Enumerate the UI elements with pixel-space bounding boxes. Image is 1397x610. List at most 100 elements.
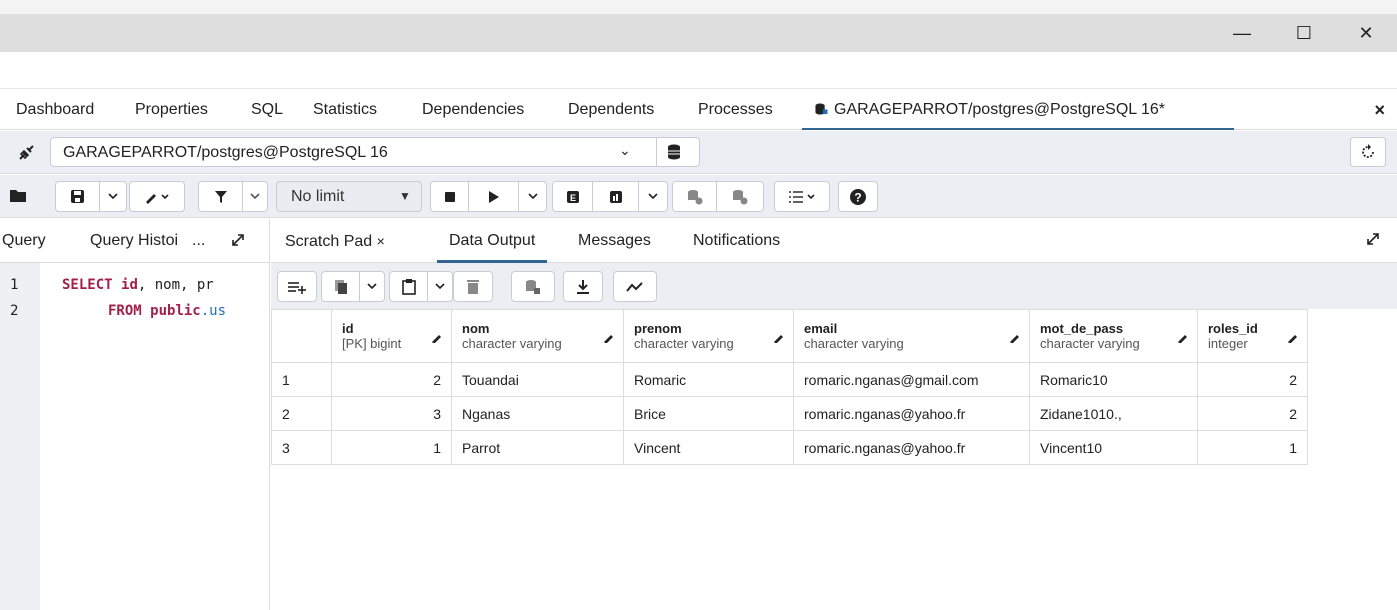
code-line-1: SELECT id, nom, pr	[62, 277, 214, 293]
edit-button[interactable]	[129, 181, 185, 212]
folder-icon	[10, 190, 26, 202]
expand-icon[interactable]	[230, 232, 246, 252]
tab-processes[interactable]: Processes	[698, 89, 773, 130]
tab-properties[interactable]: Properties	[135, 89, 208, 130]
explain-button[interactable]: E	[553, 182, 593, 211]
expand-icon[interactable]	[1365, 231, 1381, 252]
cell-email[interactable]: romaric.nganas@yahoo.fr	[793, 396, 1030, 431]
line-number: 2	[10, 303, 19, 319]
row-limit-select[interactable]: No limit ▼	[276, 181, 422, 212]
cell-email[interactable]: romaric.nganas@yahoo.fr	[793, 430, 1030, 465]
paste-options-button[interactable]	[428, 272, 452, 301]
svg-text:?: ?	[854, 190, 861, 204]
add-row-button[interactable]	[277, 271, 317, 302]
sql-editor[interactable]: 1 2 SELECT id, nom, pr FROM public.us	[0, 263, 270, 610]
cell-roles-id[interactable]: 2	[1197, 396, 1308, 431]
tab-messages[interactable]: Messages	[578, 219, 651, 263]
rollback-button[interactable]	[717, 182, 763, 211]
table-row[interactable]: 1 2 Touandai Romaric romaric.nganas@gmai…	[271, 362, 1308, 397]
table-row[interactable]: 3 1 Parrot Vincent romaric.nganas@yahoo.…	[271, 430, 1308, 465]
cell-nom[interactable]: Touandai	[451, 362, 624, 397]
cell-prenom[interactable]: Romaric	[623, 362, 794, 397]
help-icon: ?	[850, 188, 866, 205]
paste-button-group[interactable]	[389, 271, 453, 302]
copy-icon	[334, 279, 347, 294]
more-tabs-button[interactable]: ...	[192, 219, 205, 263]
row-number[interactable]: 3	[271, 430, 332, 465]
database-icon[interactable]	[667, 144, 683, 161]
tab-statistics[interactable]: Statistics	[313, 89, 377, 130]
cell-nom[interactable]: Parrot	[451, 430, 624, 465]
cell-mot-de-pass[interactable]: Zidane1010.,	[1029, 396, 1198, 431]
row-number[interactable]: 1	[271, 362, 332, 397]
macros-button[interactable]	[774, 181, 830, 212]
cell-prenom[interactable]: Brice	[623, 396, 794, 431]
tab-query-history[interactable]: Query Histoi	[90, 219, 178, 263]
filter-button-group[interactable]	[198, 181, 268, 212]
column-header[interactable]: nom character varying	[451, 309, 624, 363]
commit-button[interactable]	[673, 182, 717, 211]
paste-button[interactable]	[390, 272, 428, 301]
cell-id[interactable]: 2	[331, 362, 452, 397]
filter-options-button[interactable]	[243, 182, 267, 211]
tab-query[interactable]: Query	[2, 219, 46, 263]
cell-email[interactable]: romaric.nganas@gmail.com	[793, 362, 1030, 397]
connection-status-icon[interactable]	[14, 139, 40, 165]
execute-button-group[interactable]	[430, 181, 547, 212]
cell-id[interactable]: 1	[331, 430, 452, 465]
row-number-header[interactable]	[271, 309, 332, 363]
close-window-button[interactable]: ✕	[1346, 14, 1386, 52]
close-tab-button[interactable]: ×	[1374, 89, 1385, 131]
cell-mot-de-pass[interactable]: Vincent10	[1029, 430, 1198, 465]
tab-scratch-pad[interactable]: Scratch Pad ×	[285, 219, 385, 264]
row-number[interactable]: 2	[271, 396, 332, 431]
caret-down-icon: ▼	[399, 189, 411, 203]
explain-options-button[interactable]	[639, 182, 667, 211]
save-data-button[interactable]	[511, 271, 555, 302]
execute-options-button[interactable]	[519, 182, 546, 211]
table-row[interactable]: 2 3 Nganas Brice romaric.nganas@yahoo.fr…	[271, 396, 1308, 431]
add-row-icon	[288, 281, 306, 294]
open-file-button[interactable]	[0, 181, 38, 212]
explain-analyze-button[interactable]	[593, 182, 639, 211]
cell-id[interactable]: 3	[331, 396, 452, 431]
execute-button[interactable]	[469, 182, 519, 211]
column-header[interactable]: prenom character varying	[623, 309, 794, 363]
tab-dependents[interactable]: Dependents	[568, 89, 654, 130]
cell-prenom[interactable]: Vincent	[623, 430, 794, 465]
copy-options-button[interactable]	[360, 272, 384, 301]
cell-mot-de-pass[interactable]: Romaric10	[1029, 362, 1198, 397]
cell-roles-id[interactable]: 2	[1197, 362, 1308, 397]
save-button-group[interactable]	[55, 181, 127, 212]
copy-button[interactable]	[322, 272, 360, 301]
cell-roles-id[interactable]: 1	[1197, 430, 1308, 465]
close-icon[interactable]: ×	[377, 233, 385, 249]
explain-button-group[interactable]: E	[552, 181, 668, 212]
delete-row-button[interactable]	[453, 271, 493, 302]
tab-data-output[interactable]: Data Output	[437, 219, 548, 263]
stop-button[interactable]	[431, 182, 469, 211]
save-button[interactable]	[56, 182, 100, 211]
help-button[interactable]: ?	[838, 181, 878, 212]
connection-select[interactable]: GARAGEPARROT/postgres@PostgreSQL 16 ⌄	[50, 137, 700, 167]
column-header[interactable]: roles_id integer	[1197, 309, 1308, 363]
pencil-icon	[1287, 330, 1299, 346]
graph-visualiser-button[interactable]	[613, 271, 657, 302]
filter-button[interactable]	[199, 182, 243, 211]
tab-dependencies[interactable]: Dependencies	[422, 89, 524, 130]
download-button[interactable]	[563, 271, 603, 302]
tab-notifications[interactable]: Notifications	[693, 219, 780, 263]
maximize-button[interactable]: ☐	[1284, 14, 1324, 52]
column-header[interactable]: mot_de_pass character varying	[1029, 309, 1198, 363]
line-gutter	[0, 263, 40, 610]
cell-nom[interactable]: Nganas	[451, 396, 624, 431]
column-header[interactable]: email character varying	[793, 309, 1030, 363]
tab-query-tool[interactable]: GARAGEPARROT/postgres@PostgreSQL 16*	[802, 89, 1234, 130]
tab-sql[interactable]: SQL	[251, 89, 283, 130]
refresh-button[interactable]	[1350, 137, 1386, 167]
save-options-button[interactable]	[100, 182, 126, 211]
minimize-button[interactable]: —	[1222, 14, 1262, 52]
tab-dashboard[interactable]: Dashboard	[16, 89, 94, 130]
copy-button-group[interactable]	[321, 271, 385, 302]
column-header[interactable]: id [PK] bigint	[331, 309, 452, 363]
